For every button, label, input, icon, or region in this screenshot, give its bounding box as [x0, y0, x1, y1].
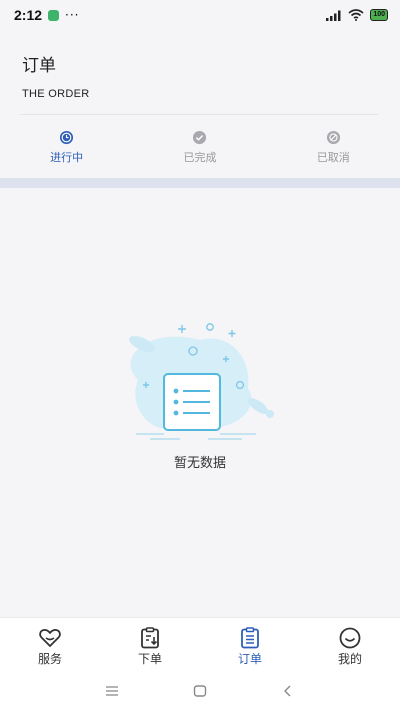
- nav-label: 我的: [337, 652, 362, 666]
- bottom-nav: 服务 下单 订单 我的: [0, 617, 400, 671]
- status-left: 2:12 ···: [14, 7, 79, 23]
- tab-label: 已取消: [316, 151, 350, 164]
- page-title: 订单: [22, 56, 56, 76]
- status-bar: 2:12 ··· 100: [0, 0, 400, 30]
- empty-state: 暂无数据: [0, 318, 400, 478]
- smile-icon: [339, 627, 361, 649]
- clipboard-download-icon: [141, 627, 159, 649]
- tab-in-progress[interactable]: 进行中: [0, 130, 133, 174]
- nav-item-service[interactable]: 服务: [0, 618, 100, 671]
- nav-label: 订单: [237, 652, 262, 666]
- nav-item-mine[interactable]: 我的: [300, 618, 400, 671]
- battery-indicator: 100: [370, 9, 388, 21]
- page-header: 订单 THE ORDER: [22, 52, 378, 100]
- wifi-icon: [348, 9, 364, 21]
- system-nav-bar: [0, 670, 400, 711]
- back-icon[interactable]: [280, 683, 296, 699]
- status-time: 2:12: [14, 7, 43, 23]
- nav-item-orders[interactable]: 订单: [200, 618, 300, 671]
- heart-icon: [39, 629, 61, 647]
- tab-label: 已完成: [183, 151, 217, 164]
- nav-label: 服务: [37, 652, 62, 666]
- clipboard-list-icon: [241, 627, 259, 649]
- status-right: 100: [326, 9, 388, 21]
- page-subtitle: THE ORDER: [22, 88, 90, 100]
- home-icon[interactable]: [192, 683, 208, 699]
- status-dots: ···: [65, 8, 80, 22]
- empty-state-text: 暂无数据: [173, 456, 226, 471]
- check-circle-icon: [193, 130, 207, 145]
- header-divider: [20, 114, 378, 115]
- tab-completed[interactable]: 已完成: [133, 130, 266, 174]
- tab-cancelled[interactable]: 已取消: [267, 130, 400, 174]
- signal-icon: [326, 10, 341, 21]
- cancel-circle-icon: [326, 130, 340, 145]
- nav-label: 下单: [137, 652, 162, 666]
- section-divider-band: [0, 178, 400, 188]
- app-notification-icon: [48, 9, 60, 21]
- clock-icon: [60, 130, 74, 145]
- menu-icon[interactable]: [104, 683, 120, 699]
- tab-label: 进行中: [50, 151, 84, 164]
- order-status-tabs: 进行中 已完成 已取消: [0, 130, 400, 174]
- nav-item-place-order[interactable]: 下单: [100, 618, 200, 671]
- empty-list-illustration: [129, 323, 274, 440]
